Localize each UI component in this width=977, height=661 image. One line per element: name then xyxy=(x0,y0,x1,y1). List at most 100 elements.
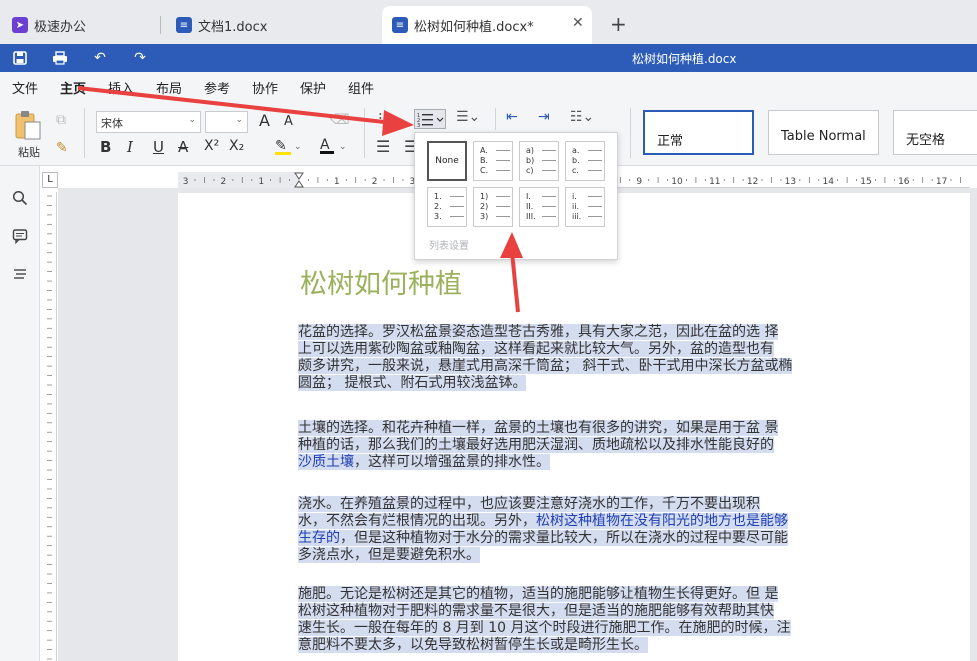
list-marker: ii. xyxy=(572,202,579,211)
list-line-placeholder xyxy=(542,160,556,161)
menu-file[interactable]: 文件 xyxy=(12,78,38,97)
menu-collaborate[interactable]: 协作 xyxy=(252,78,278,97)
list-style-option-lower-roman[interactable]: i. ii. iii. xyxy=(565,187,605,227)
align-left-icon[interactable]: ☰ xyxy=(376,137,390,156)
list-style-none-label: None xyxy=(435,156,459,166)
clear-format-icon[interactable]: ⌫ xyxy=(330,112,350,128)
style-no-spacing[interactable]: 无空格 xyxy=(893,110,977,155)
format-painter-icon[interactable]: ✎ xyxy=(56,140,68,156)
chevron-down-icon[interactable]: ⌄ xyxy=(339,142,347,152)
strikethrough-button[interactable]: A xyxy=(178,138,188,156)
list-style-option-decimal[interactable]: 1. 2. 3. xyxy=(427,187,467,227)
menu-plugins[interactable]: 组件 xyxy=(348,78,374,97)
subscript-button[interactable]: X₂ xyxy=(229,138,244,154)
document-icon: ≡ xyxy=(176,17,192,33)
comment-icon[interactable] xyxy=(10,226,30,246)
text-run: 施肥。无论是松树还是其它的植物，适当的施肥能够让植物生长得更好。但 是 xyxy=(298,586,779,602)
selected-text: 施肥。无论是松树还是其它的植物，适当的施肥能够让植物生长得更好。但 是 xyxy=(298,586,779,602)
title-bar: ↶ ↷ 松树如何种植.docx xyxy=(0,44,977,72)
ruler-label: 15 xyxy=(860,177,871,187)
menu-references[interactable]: 参考 xyxy=(204,78,230,97)
list-marker: II. xyxy=(526,202,534,211)
paragraph[interactable]: 花盆的选择。罗汉松盆景姿态造型苍古秀雅，具有大家之范，因此在盆的选 择上可以选用… xyxy=(298,324,854,392)
list-marker: 3) xyxy=(480,212,489,221)
list-line-placeholder xyxy=(542,216,556,217)
text-run: 松树这种植物在没有阳光的地方也是能够 xyxy=(536,513,788,529)
ruler-label: 1 xyxy=(258,177,264,187)
app-window: ➤ 极速办公 ≡ 文档1.docx ≡ 松树如何种植.docx* ✕ + ↶ ↷… xyxy=(0,0,977,661)
increase-indent-icon[interactable]: ⇥ xyxy=(538,109,550,125)
numbering-dropdown: 列表设置 None A. B. C. a) b) c) a. b. c. 1. 2. 3. 1) 2) 3) I… xyxy=(414,132,618,260)
grow-font-button[interactable]: A xyxy=(259,111,270,130)
search-icon[interactable] xyxy=(10,188,30,208)
list-marker: 1. xyxy=(434,192,442,201)
tab-home[interactable]: ➤ 极速办公 xyxy=(12,6,86,44)
paragraph[interactable]: 施肥。无论是松树还是其它的植物，适当的施肥能够让植物生长得更好。但 是松树这种植… xyxy=(298,586,854,654)
list-style-option-upper-roman[interactable]: I. II. III. xyxy=(519,187,559,227)
tab-stop-selector[interactable]: L xyxy=(42,172,58,188)
text-run: 圆盆； 提根式、附石式用较浅盆钵。 xyxy=(298,375,527,391)
numbered-list-button[interactable]: 123 xyxy=(414,109,446,129)
list-marker: b. xyxy=(572,156,580,165)
print-icon[interactable] xyxy=(51,49,69,67)
text-line: 意肥料不要太多，以免导致松树暂停生长或是畸形生长。 xyxy=(298,637,854,654)
tab-active-document[interactable]: ≡ 松树如何种植.docx* ✕ xyxy=(382,6,592,44)
add-tab-icon[interactable]: + xyxy=(610,12,627,36)
document-heading[interactable]: 松树如何种植 xyxy=(300,262,462,301)
text-run: 松树这种植物对于肥料的需求量不是很大，但是适当的施肥能够有效帮助其快 xyxy=(298,603,774,619)
list-style-option-upper-alpha[interactable]: A. B. C. xyxy=(473,141,513,181)
font-size-select[interactable]: ⌄ xyxy=(205,111,248,133)
list-style-option-none[interactable]: None xyxy=(427,141,467,181)
list-marker: c) xyxy=(526,166,534,175)
decrease-indent-icon[interactable]: ⇤ xyxy=(506,109,518,125)
redo-icon[interactable]: ↷ xyxy=(131,49,149,67)
list-style-option-lower-alpha-paren[interactable]: a) b) c) xyxy=(519,141,559,181)
menu-home[interactable]: 主页 xyxy=(60,78,87,103)
shrink-font-button[interactable]: A xyxy=(284,114,293,129)
font-color-button[interactable]: A xyxy=(320,137,334,154)
paste-icon xyxy=(15,111,41,140)
tab-label: 极速办公 xyxy=(34,19,87,35)
style-table-normal[interactable]: Table Normal xyxy=(768,110,879,155)
paragraph[interactable]: 土壤的选择。和花卉种植一样，盆景的土壤也有很多的讲究，如果是用于盆 景种植的话，… xyxy=(298,420,854,471)
list-line-placeholder xyxy=(588,150,602,151)
list-line-placeholder xyxy=(496,206,510,207)
close-icon[interactable]: ✕ xyxy=(572,15,584,31)
menu-layout[interactable]: 布局 xyxy=(156,78,182,97)
menu-protect[interactable]: 保护 xyxy=(300,78,326,97)
menu-insert[interactable]: 插入 xyxy=(108,78,134,97)
superscript-button[interactable]: X² xyxy=(204,138,219,154)
list-style-option-decimal-paren[interactable]: 1) 2) 3) xyxy=(473,187,513,227)
chevron-down-icon[interactable]: ⌄ xyxy=(294,142,302,152)
navigation-icon[interactable] xyxy=(10,264,30,284)
list-settings-link[interactable]: 列表设置 xyxy=(429,237,469,252)
ruler-label: 3 xyxy=(183,177,189,187)
undo-icon[interactable]: ↶ xyxy=(91,49,109,67)
paragraph[interactable]: 浇水。在养殖盆景的过程中，也应该要注意好浇水的工作，千万不要出现积 水，不然会有烂… xyxy=(298,496,854,564)
text-run: 速生长。一般在每年的 8 月到 10 月这个时段进行施肥工作。在施肥的时候，注 xyxy=(298,620,791,636)
style-normal[interactable]: 正常 xyxy=(643,110,754,155)
ruler-label: 2 xyxy=(221,177,227,187)
list-line-placeholder xyxy=(496,160,510,161)
vertical-ruler[interactable] xyxy=(42,192,57,661)
tab-document-1[interactable]: ≡ 文档1.docx xyxy=(176,6,267,44)
paste-button[interactable] xyxy=(14,110,42,144)
text-run: 沙质土壤 xyxy=(298,454,354,470)
copy-icon[interactable]: ⧉ xyxy=(56,112,66,128)
italic-button[interactable]: I xyxy=(127,138,133,156)
selected-text: 花盆的选择。罗汉松盆景姿态造型苍古秀雅，具有大家之范，因此在盆的选 择 xyxy=(298,324,779,340)
underline-button[interactable]: U xyxy=(153,138,164,156)
list-marker: 2) xyxy=(480,202,489,211)
highlight-button[interactable]: ✎ xyxy=(275,138,291,155)
line-spacing-icon[interactable]: ☷⌄ xyxy=(570,109,594,125)
list-style-option-lower-alpha[interactable]: a. b. c. xyxy=(565,141,605,181)
text-run: 生存的 xyxy=(298,530,340,546)
rocket-icon: ➤ xyxy=(12,17,28,33)
ribbon-divider xyxy=(84,108,85,158)
selected-text: 颇多讲究，一般来说，悬崖式用高深千筒盆； 斜干式、卧干式用中深长方盆或椭 xyxy=(298,358,793,374)
multilevel-list-icon[interactable]: ☰⌄ xyxy=(456,109,480,125)
list-bullet-icon[interactable]: ⁝ xyxy=(378,109,383,127)
bold-button[interactable]: B xyxy=(100,138,111,156)
font-name-select[interactable]: 宋体 ⌄ xyxy=(96,111,201,133)
save-icon[interactable] xyxy=(11,49,29,67)
